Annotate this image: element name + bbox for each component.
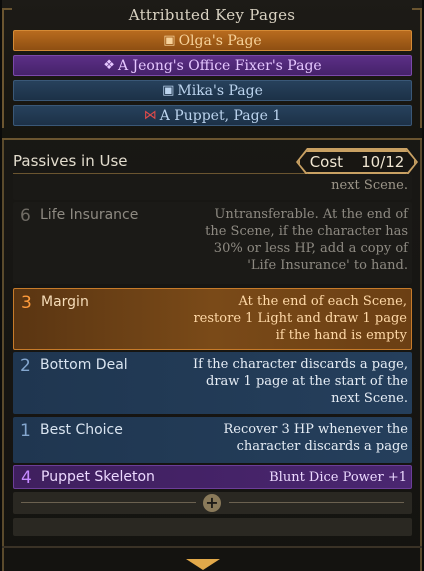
- plus-icon[interactable]: +: [203, 494, 221, 512]
- passive-bottom-deal[interactable]: 2 Bottom Deal If the character discards …: [13, 352, 412, 414]
- chevron-down-icon[interactable]: [186, 559, 220, 570]
- passive-description: Recover 3 HP whenever the character disc…: [223, 422, 408, 454]
- passive-description: next Scene.: [331, 178, 408, 193]
- divider: [2, 546, 422, 548]
- key-page-jeong-fixer[interactable]: ❖ A Jeong's Office Fixer's Page: [13, 55, 412, 76]
- cost-badge: Cost 10/12: [298, 150, 416, 174]
- empty-passive-slot[interactable]: [13, 518, 412, 536]
- passive-cost: 3: [21, 293, 32, 313]
- passive-best-choice[interactable]: 1 Best Choice Recover 3 HP whenever the …: [13, 417, 412, 463]
- key-pages-title: Attributed Key Pages: [128, 6, 296, 24]
- mask-icon: ▣: [163, 33, 176, 48]
- mask-icon: ▣: [162, 83, 175, 98]
- cost-value: 10/12: [361, 153, 405, 171]
- key-page-puppet[interactable]: ⋈ A Puppet, Page 1: [13, 105, 412, 126]
- key-page-mika[interactable]: ▣ Mika's Page: [13, 80, 412, 101]
- passive-description: If the character discards a page, draw 1…: [192, 357, 408, 406]
- passive-life-insurance[interactable]: 6 Life Insurance Untransferable. At the …: [13, 202, 412, 284]
- key-page-label: A Puppet, Page 1: [159, 107, 282, 124]
- cost-label: Cost: [309, 153, 344, 171]
- passive-cost: 2: [20, 356, 31, 376]
- list-item: next Scene.: [13, 174, 412, 200]
- puppet-bow-icon: ⋈: [143, 108, 157, 123]
- frame-ornament-right: [412, 8, 422, 128]
- divider: [229, 502, 404, 503]
- passive-name: Margin: [41, 294, 89, 310]
- key-page-label: A Jeong's Office Fixer's Page: [117, 57, 322, 74]
- passive-cost: 4: [21, 468, 32, 488]
- passives-header: Passives in Use: [13, 152, 128, 170]
- passive-name: Life Insurance: [40, 207, 139, 223]
- passive-description: Blunt Dice Power +1: [269, 470, 407, 485]
- passive-puppet-skeleton[interactable]: 4 Puppet Skeleton Blunt Dice Power +1: [13, 465, 412, 489]
- passive-description: Untransferable. At the end of the Scene,…: [205, 207, 408, 273]
- passive-cost: 6: [20, 206, 31, 226]
- passive-description: At the end of each Scene, restore 1 Ligh…: [193, 294, 407, 343]
- passive-name: Best Choice: [40, 422, 123, 438]
- key-page-olga[interactable]: ▣ Olga's Page: [13, 30, 412, 51]
- passive-name: Puppet Skeleton: [41, 469, 155, 485]
- key-page-label: Mika's Page: [177, 82, 263, 99]
- key-page-label: Olga's Page: [178, 32, 262, 49]
- passive-name: Bottom Deal: [40, 357, 128, 373]
- divider: [21, 502, 196, 503]
- frame-ornament-left: [2, 8, 12, 128]
- passive-margin[interactable]: 3 Margin At the end of each Scene, resto…: [13, 288, 412, 350]
- passives-list[interactable]: next Scene. 6 Life Insurance Untransfera…: [13, 174, 412, 539]
- passive-cost: 1: [20, 421, 31, 441]
- add-passive-slot[interactable]: +: [13, 492, 412, 514]
- ornament-icon: ❖: [103, 58, 115, 73]
